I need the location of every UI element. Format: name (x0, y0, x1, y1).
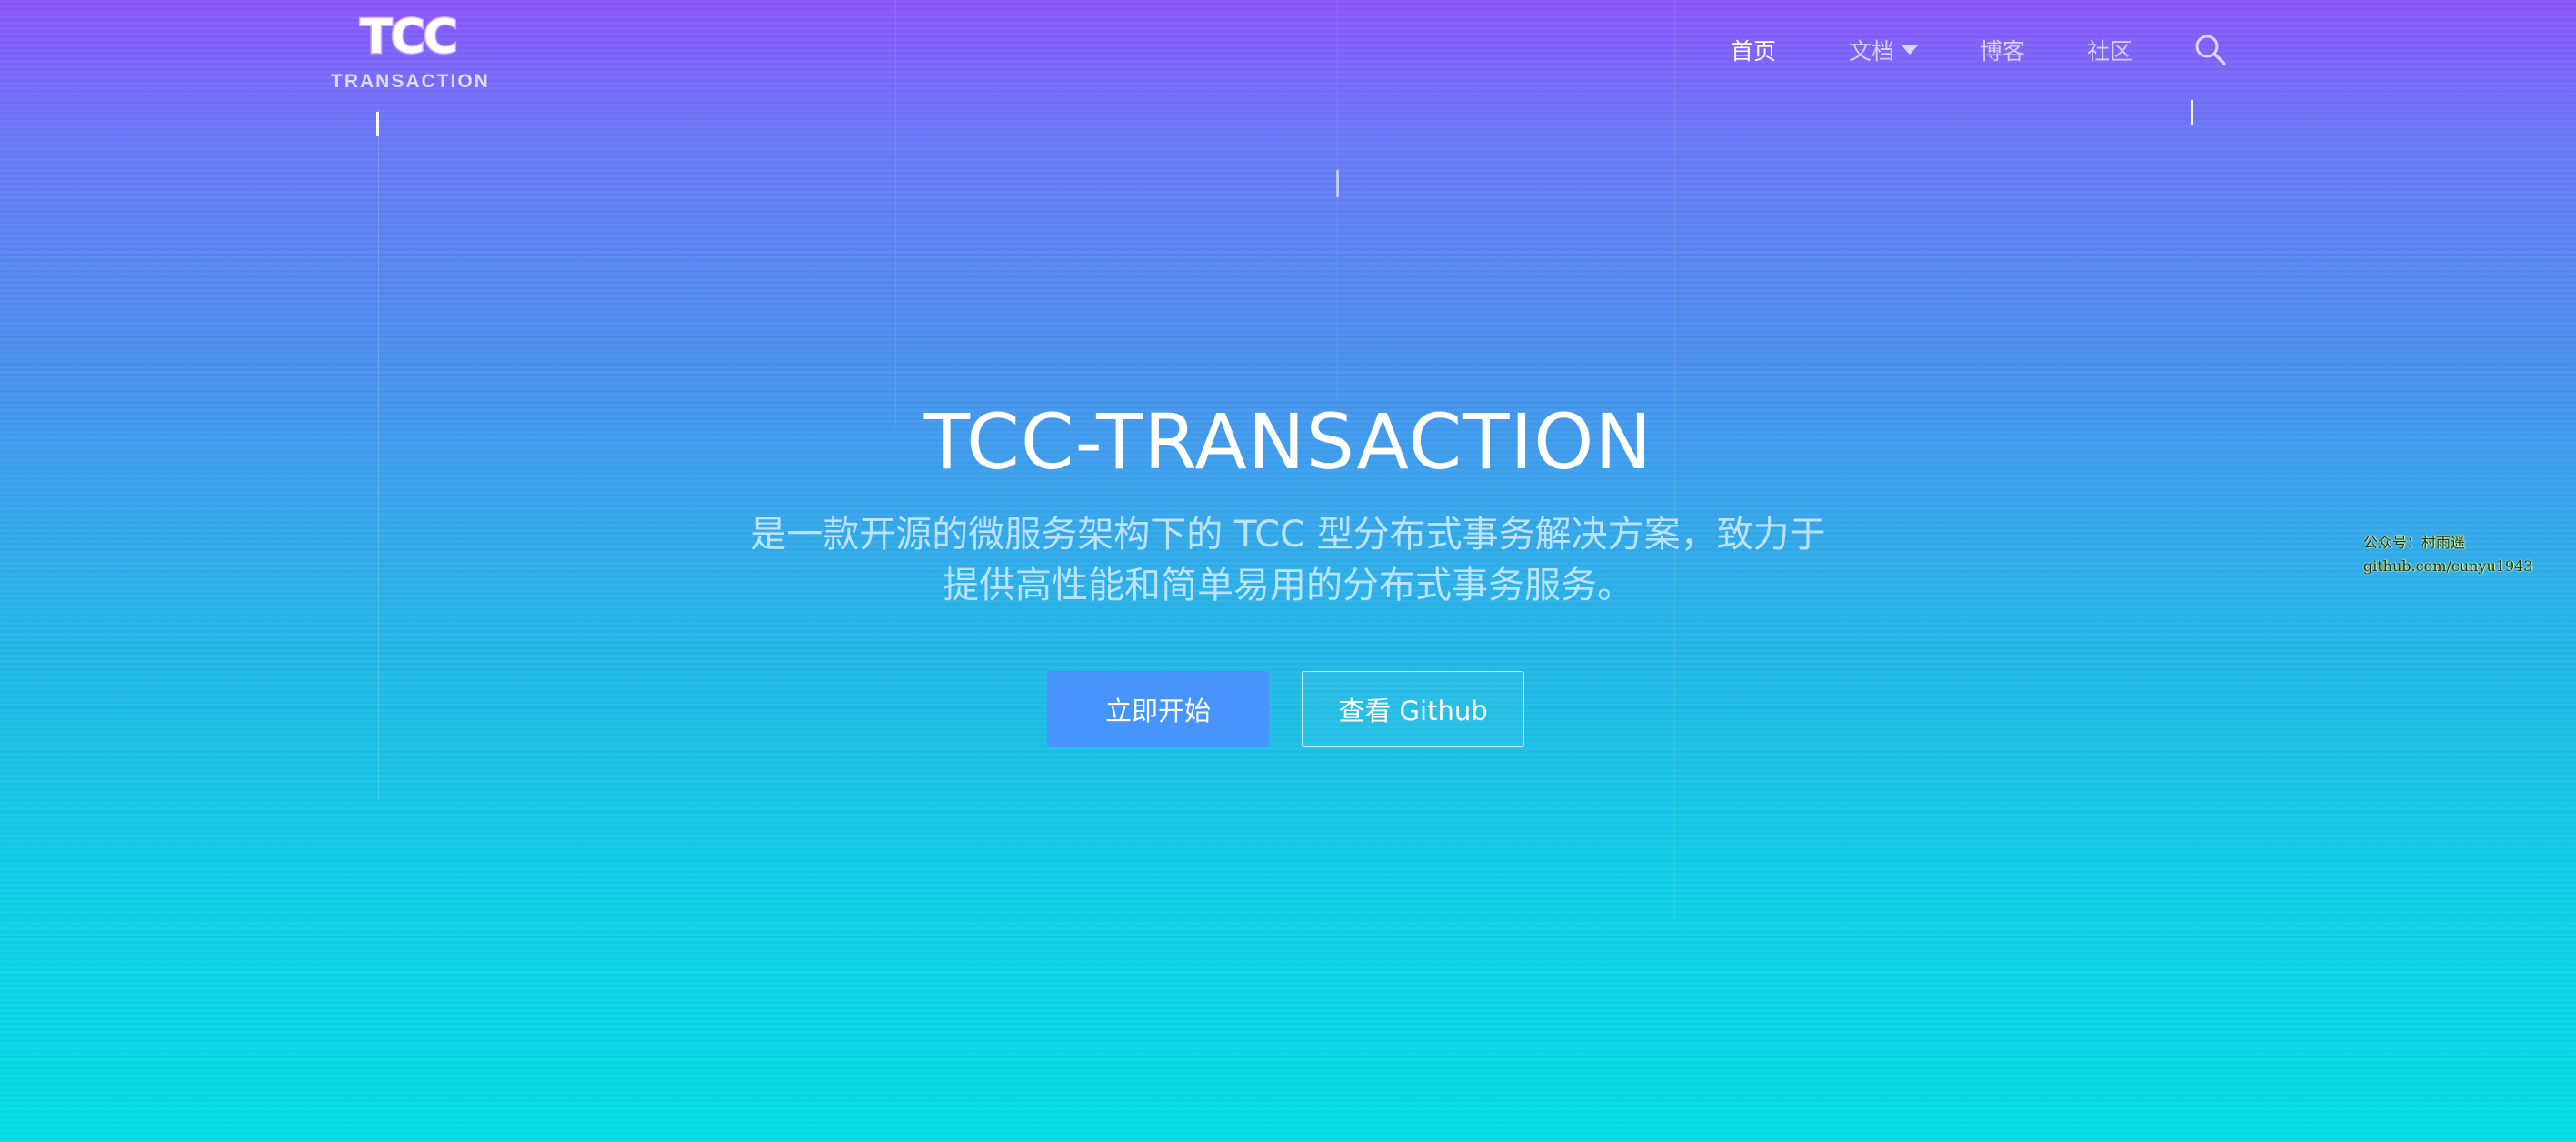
decorative-tick (2191, 100, 2193, 125)
logo-mark: TCC (359, 10, 460, 65)
get-started-button[interactable]: 立即开始 (1047, 671, 1269, 747)
view-github-button[interactable]: 查看 Github (1302, 671, 1524, 747)
hero-title: TCC-TRANSACTION (923, 397, 1653, 486)
site-logo[interactable]: TCC TRANSACTION (331, 10, 490, 93)
nav-item-home[interactable]: 首页 (1731, 34, 1776, 66)
decorative-tick (376, 112, 379, 136)
top-navigation: 首页 文档 博客 社区 (1709, 27, 2229, 73)
hero-description-line2: 提供高性能和简单易用的分布式事务服务。 (943, 565, 1633, 606)
nav-item-community[interactable]: 社区 (2087, 34, 2132, 66)
hero-description: 是一款开源的微服务架构下的 TCC 型分布式事务解决方案，致力于 提供高性能和简… (697, 509, 1879, 611)
hero-description-line1: 是一款开源的微服务架构下的 TCC 型分布式事务解决方案，致力于 (750, 514, 1826, 556)
watermark-line1: 公众号：村雨遥 (2363, 534, 2466, 551)
decorative-line (895, 0, 896, 427)
nav-item-docs[interactable]: 文档 (1849, 34, 1919, 66)
logo-subtitle: TRANSACTION (331, 71, 490, 92)
nav-item-docs-label: 文档 (1849, 38, 1895, 65)
caret-down-icon (1902, 45, 1919, 55)
decorative-tick (1336, 170, 1339, 197)
watermark-line2: github.com/cunyu1943 (2363, 557, 2533, 575)
watermark: 公众号：村雨遥 github.com/cunyu1943 (2363, 531, 2533, 578)
nav-item-blog[interactable]: 博客 (1980, 34, 2025, 66)
decorative-line (1337, 0, 1338, 400)
search-icon[interactable] (2192, 32, 2229, 68)
